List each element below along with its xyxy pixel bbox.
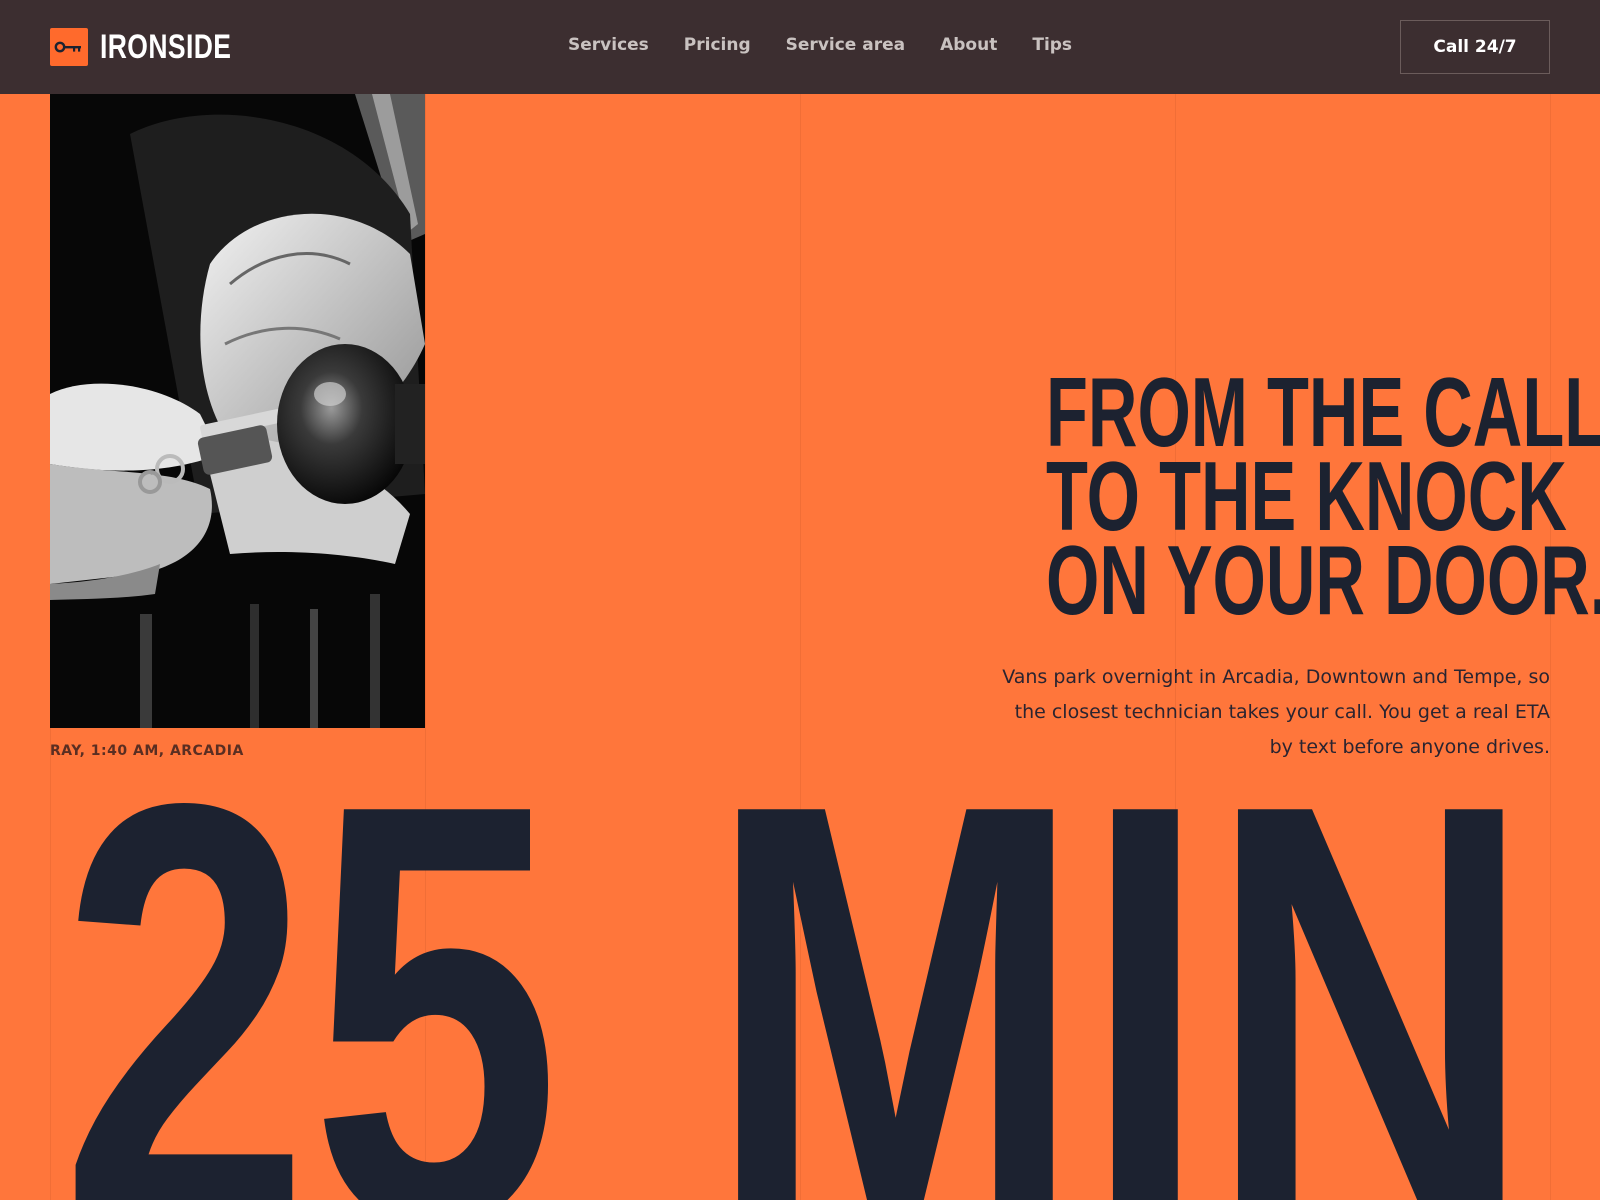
stat-unit: MIN [708, 680, 1533, 1200]
nav-item-services[interactable]: Services [568, 35, 649, 55]
page: IRONSIDE Services Pricing Service area A… [0, 0, 1600, 1200]
stat-value: 25 [60, 680, 561, 1200]
main-nav: Services Pricing Service area About Tips [568, 35, 1072, 55]
brand-logo[interactable]: IRONSIDE [50, 28, 268, 66]
headline-line: ON YOUR DOOR. [1046, 525, 1600, 635]
nav-item-tips[interactable]: Tips [1032, 35, 1072, 55]
call-button[interactable]: Call 24/7 [1400, 20, 1550, 74]
nav-item-pricing[interactable]: Pricing [684, 35, 751, 55]
nav-item-about[interactable]: About [940, 35, 997, 55]
hero-headline: FROM THE CALL TO THE KNOCK ON YOUR DOOR. [830, 363, 1600, 635]
key-icon [50, 28, 88, 66]
response-time-stat: 25 MIN [60, 680, 1560, 1200]
site-header: IRONSIDE Services Pricing Service area A… [0, 0, 1600, 94]
nav-item-service-area[interactable]: Service area [786, 35, 905, 55]
hero-photo [50, 94, 425, 728]
brand-name: IRONSIDE [100, 27, 232, 66]
